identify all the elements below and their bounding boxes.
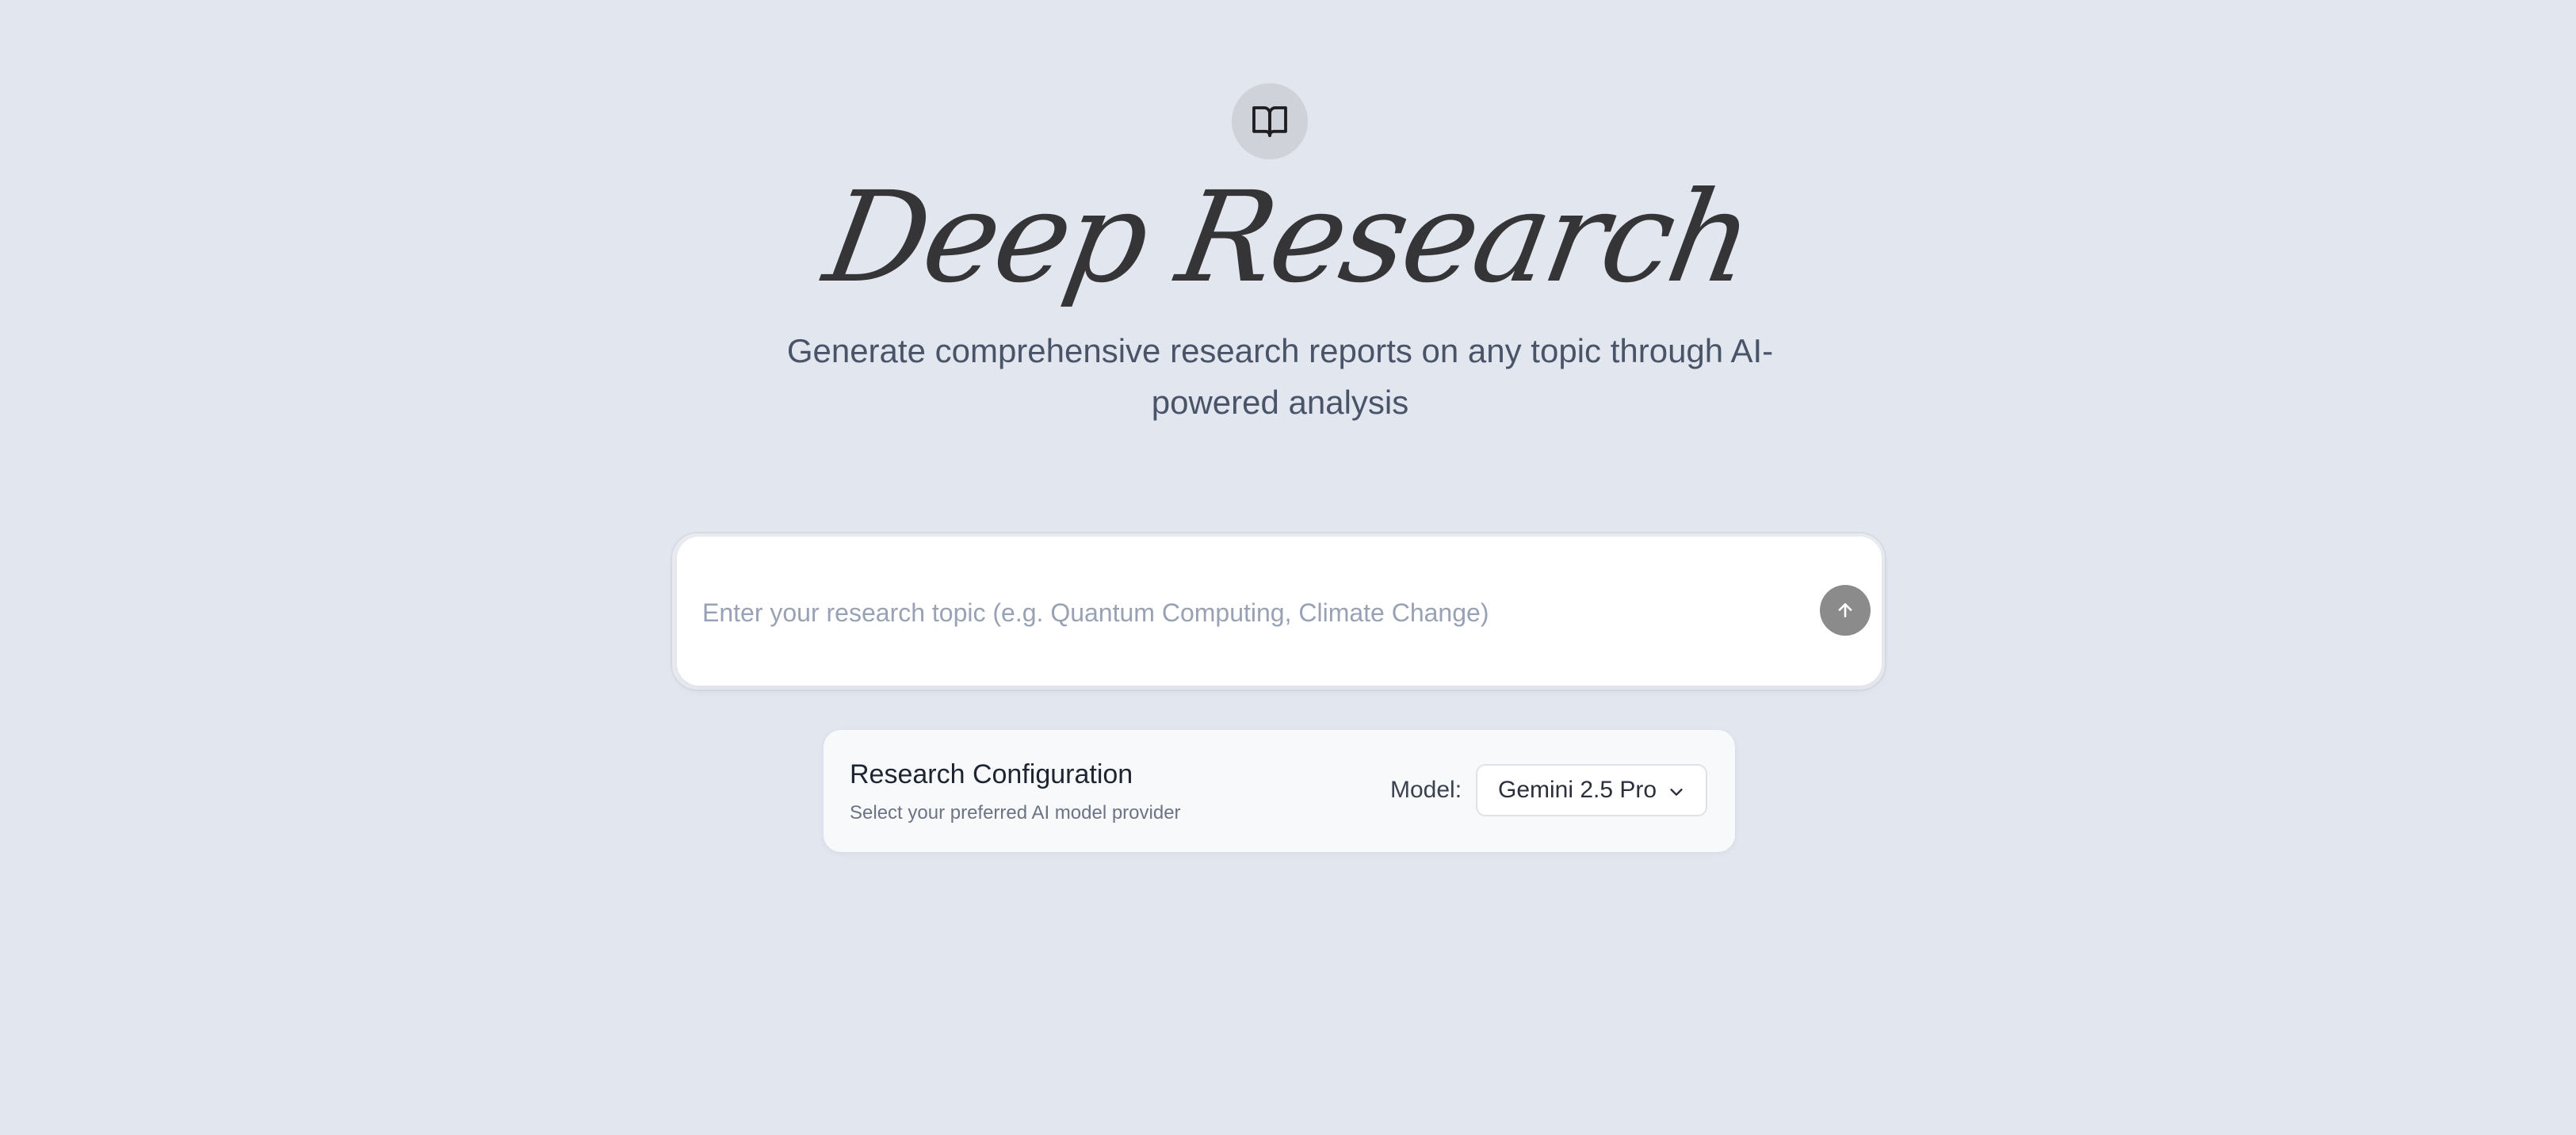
logo-badge xyxy=(1232,83,1308,159)
arrow-up-icon xyxy=(1838,603,1852,617)
page-title: Deep Research xyxy=(815,165,1761,311)
submit-button[interactable] xyxy=(1820,585,1871,636)
page-subtitle: Generate comprehensive research reports … xyxy=(786,332,1774,421)
chevron-down-icon xyxy=(1670,789,1683,796)
search-box xyxy=(677,537,1882,686)
research-topic-input[interactable] xyxy=(701,568,1798,657)
config-subtitle: Select your preferred AI model provider xyxy=(850,802,1181,824)
model-label: Model: xyxy=(1390,777,1462,803)
model-select[interactable]: Gemini 2.5 Pro xyxy=(1476,764,1707,816)
config-title: Research Configuration xyxy=(850,759,1133,789)
research-configuration-card: Research Configuration Select your prefe… xyxy=(824,730,1735,852)
model-selected-value: Gemini 2.5 Pro xyxy=(1498,777,1657,803)
open-book-icon xyxy=(1252,106,1287,137)
